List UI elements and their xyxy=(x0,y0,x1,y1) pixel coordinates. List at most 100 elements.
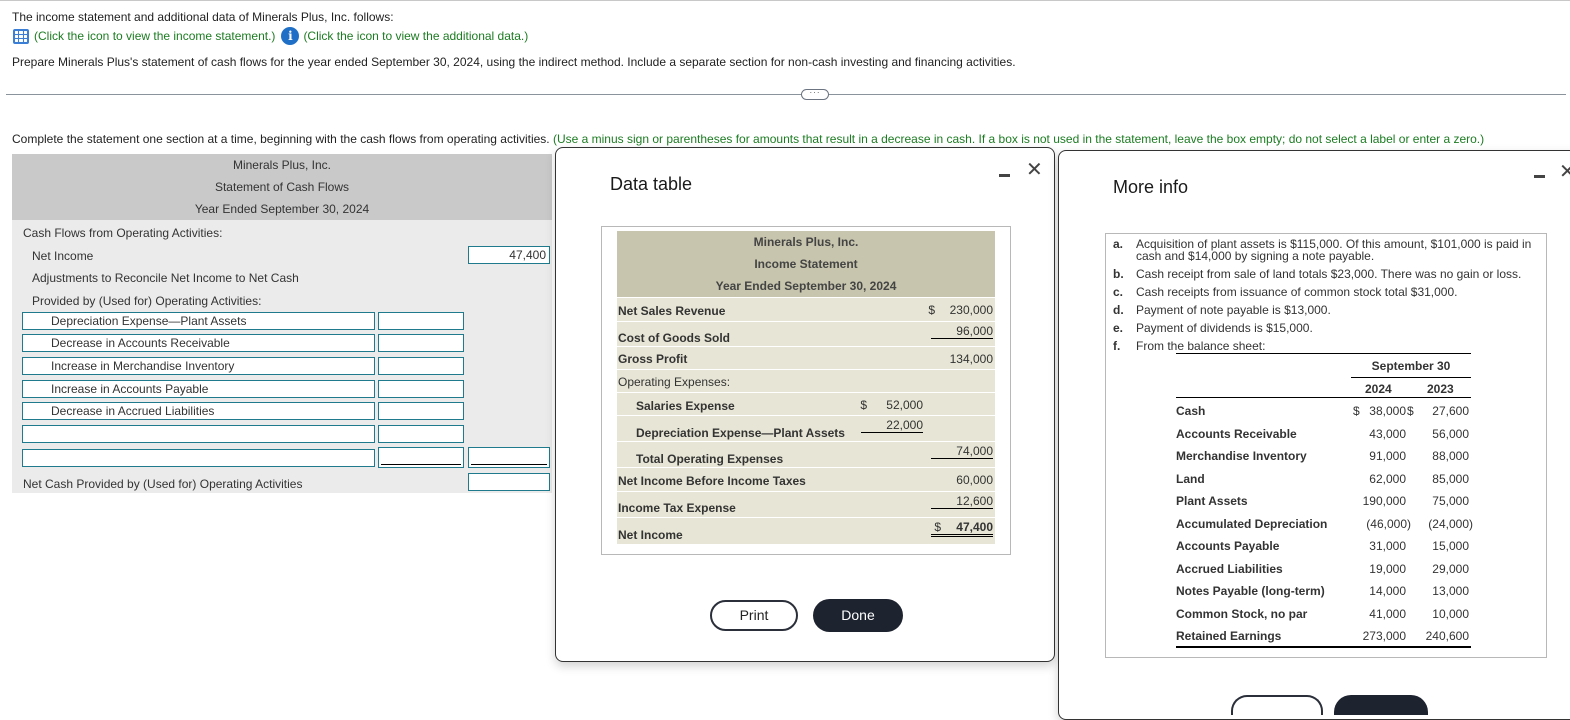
row-label: Total Operating Expenses xyxy=(636,452,784,466)
table-row: Depreciation Expense—Plant Assets 22,000 xyxy=(617,415,995,441)
question-prompt: Prepare Minerals Plus's statement of cas… xyxy=(12,55,1016,69)
income-statement-table: Minerals Plus, Inc. Income Statement Yea… xyxy=(617,231,995,544)
row-value: 60,000 xyxy=(956,473,993,487)
adjustment-label-select[interactable] xyxy=(22,425,375,443)
item-letter: c. xyxy=(1113,285,1124,299)
row-label: Retained Earnings xyxy=(1176,629,1282,643)
table-row: Operating Expenses: xyxy=(617,369,995,392)
table-row: Accounts Payable 31,000 15,000 xyxy=(1176,535,1471,558)
dollar-sign: $ xyxy=(1353,404,1360,418)
row-label: Income Tax Expense xyxy=(618,501,736,515)
table-row: Cost of Goods Sold 96,000 xyxy=(617,321,995,346)
row-label: Gross Profit xyxy=(618,352,688,366)
year-header-row: 2024 2023 xyxy=(1176,380,1471,398)
adjustment-amount-input[interactable] xyxy=(378,447,464,468)
value-2023: 240,600 xyxy=(1425,629,1469,643)
adjustment-amount-input[interactable] xyxy=(378,402,464,420)
additional-data-frame: a. Acquisition of plant assets is $115,00… xyxy=(1105,233,1547,658)
adjustment-amount-input[interactable] xyxy=(378,425,464,443)
adjustments-label-2: Provided by (Used for) Operating Activit… xyxy=(32,294,262,308)
table-grid-icon[interactable] xyxy=(13,28,29,44)
table-row: Common Stock, no par 41,000 10,000 xyxy=(1176,603,1471,626)
row-label: Net Income Before Income Taxes xyxy=(618,474,806,488)
section-divider xyxy=(6,94,1566,95)
value-2023: 13,000 xyxy=(1432,584,1469,598)
adjustment-amount-input[interactable] xyxy=(378,380,464,398)
item-text: Payment of note payable is $13,000. xyxy=(1136,303,1331,317)
close-icon[interactable]: ✕ xyxy=(1559,162,1570,182)
balance-sheet-body: Cash $38,000 $27,600 Accounts Receivable 43… xyxy=(1176,400,1473,648)
row-label: Plant Assets xyxy=(1176,494,1248,508)
value-2024: 41,000 xyxy=(1369,606,1406,621)
balance-sheet-header: September 30 xyxy=(1351,359,1471,378)
adjustment-label-select[interactable]: Decrease in Accrued Liabilities xyxy=(22,402,375,420)
item-letter: d. xyxy=(1113,303,1124,317)
adjustment-label-select[interactable]: Depreciation Expense—Plant Assets xyxy=(22,312,375,330)
adjustment-amount-input[interactable] xyxy=(378,357,464,375)
table-row: Net Income $ 47,400 xyxy=(617,517,995,544)
table-row: Accounts Receivable 43,000 56,000 xyxy=(1176,423,1471,446)
row-label: Depreciation Expense—Plant Assets xyxy=(636,426,845,440)
instructions-main: Complete the statement one section at a … xyxy=(12,132,550,146)
statement-period: Year Ended September 30, 2024 xyxy=(194,202,370,216)
value-2023: 10,000 xyxy=(1432,606,1469,621)
item-text: Acquisition of plant assets is $115,000.… xyxy=(1136,237,1532,263)
statement-header: Minerals Plus, Inc. Statement of Cash Fl… xyxy=(12,154,552,220)
adjustment-label-select[interactable] xyxy=(22,449,375,467)
list-item: e. Payment of dividends is $15,000. xyxy=(1113,322,1533,334)
adjustment-amount-input[interactable] xyxy=(378,334,464,352)
table-row: Total Operating Expenses 74,000 xyxy=(617,441,995,467)
done-button[interactable]: Done xyxy=(813,599,903,632)
row-label: Operating Expenses: xyxy=(618,375,731,389)
table-row: Cash $38,000 $27,600 xyxy=(1176,400,1471,423)
row-value: 22,000 xyxy=(861,418,923,433)
total-adjustments-input[interactable] xyxy=(468,447,550,468)
print-button[interactable]: Print xyxy=(710,600,798,631)
net-income-label: Net Income xyxy=(32,249,94,263)
data-table-dialog: Data table ✕ Minerals Plus, Inc. Income … xyxy=(555,147,1055,662)
row-label: Common Stock, no par xyxy=(1176,606,1308,621)
adjustment-label-select[interactable]: Decrease in Accounts Receivable xyxy=(22,334,375,352)
item-letter: e. xyxy=(1113,321,1124,335)
adjustment-label-select[interactable]: Increase in Merchandise Inventory xyxy=(22,357,375,375)
adjustments-label-1: Adjustments to Reconcile Net Income to N… xyxy=(32,271,299,285)
item-text: Payment of dividends is $15,000. xyxy=(1136,321,1313,335)
value-2024: 43,000 xyxy=(1369,426,1406,441)
table-top-rule xyxy=(1176,353,1471,354)
minimize-icon[interactable] xyxy=(999,174,1010,177)
total-underline xyxy=(471,464,547,465)
list-item: f. From the balance sheet: xyxy=(1113,340,1533,352)
income-statement-link[interactable]: (Click the icon to view the income state… xyxy=(34,29,275,43)
additional-data-link[interactable]: (Click the icon to view the additional d… xyxy=(303,29,528,43)
table-row: Income Tax Expense 12,600 xyxy=(617,491,995,517)
value-2023: 27,600 xyxy=(1432,404,1469,418)
company-name: Minerals Plus, Inc. xyxy=(753,235,859,249)
adjustment-amount-input[interactable] xyxy=(378,312,464,330)
statement-title: Statement of Cash Flows xyxy=(214,180,350,194)
expand-handle[interactable]: ··· xyxy=(801,89,829,100)
info-icon[interactable]: i xyxy=(281,27,300,45)
close-icon[interactable]: ✕ xyxy=(1026,160,1043,180)
more-info-dialog: More info ✕ a. Acquisition of plant asset… xyxy=(1058,150,1570,720)
row-value: 47,400 xyxy=(931,520,993,537)
table-row: Accrued Liabilities 19,000 29,000 xyxy=(1176,558,1471,581)
print-button[interactable] xyxy=(1231,695,1323,715)
minimize-icon[interactable] xyxy=(1534,175,1545,178)
row-value: 230,000 xyxy=(949,303,993,317)
table-row: Notes Payable (long-term) 14,000 13,000 xyxy=(1176,580,1471,603)
table-row: Salaries Expense $ 52,000 xyxy=(617,392,995,415)
net-income-input[interactable]: 47,400 xyxy=(468,246,550,264)
row-label: Accounts Payable xyxy=(1176,539,1280,553)
net-cash-input[interactable] xyxy=(468,473,550,491)
row-value: 74,000 xyxy=(931,444,993,459)
value-2023: 56,000 xyxy=(1432,426,1469,441)
table-row: Accumulated Depreciation (46,000) (24,000) xyxy=(1176,513,1473,536)
adjustment-label-select[interactable]: Increase in Accounts Payable xyxy=(22,380,375,398)
dialog-title: Data table xyxy=(610,174,693,194)
item-letter: f. xyxy=(1113,339,1121,353)
item-text: Cash receipts from issuance of common st… xyxy=(1136,285,1458,299)
done-button[interactable] xyxy=(1334,695,1428,715)
value-2023: 29,000 xyxy=(1432,561,1469,576)
value-2024: 91,000 xyxy=(1369,449,1406,463)
table-row: Merchandise Inventory 91,000 88,000 xyxy=(1176,445,1471,468)
